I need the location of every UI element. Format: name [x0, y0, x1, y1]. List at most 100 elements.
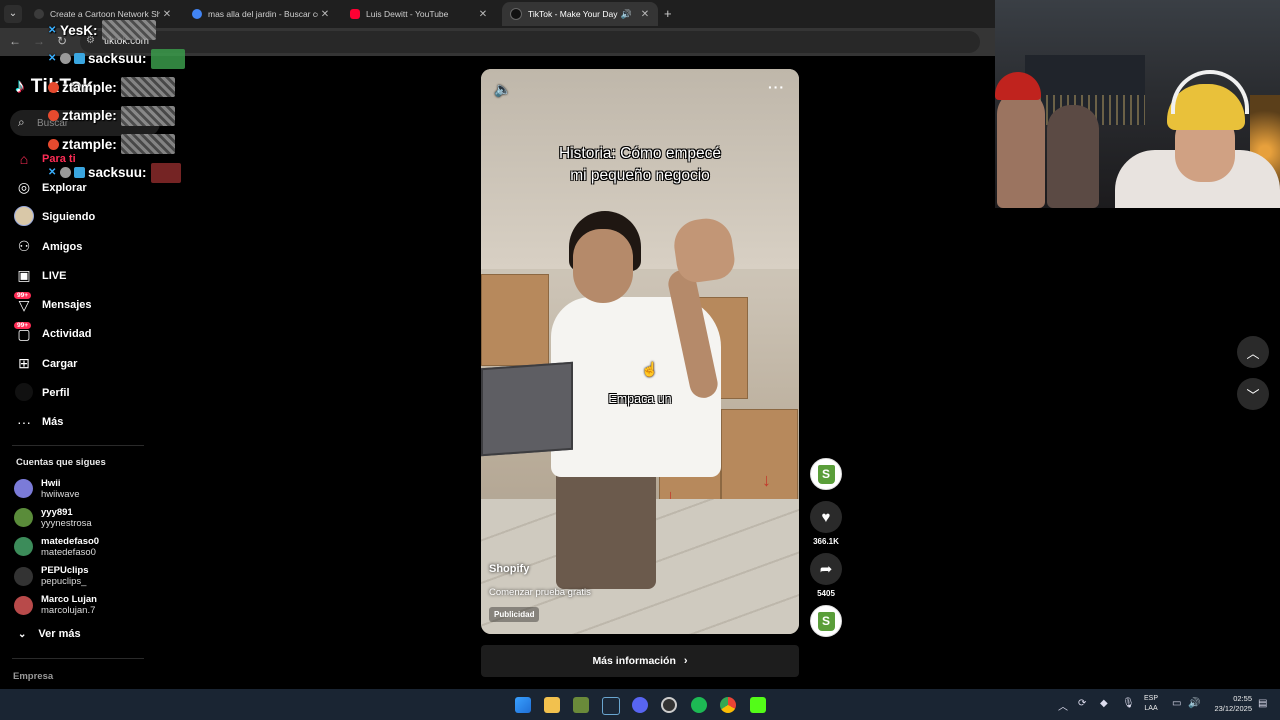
chevron-right-icon: ›: [683, 655, 688, 667]
footer-link-empresa[interactable]: Empresa: [13, 671, 53, 682]
following-account[interactable]: Marco Lujan marcolujan.7: [14, 591, 99, 620]
like-button[interactable]: ♥ 366.1K: [810, 501, 842, 546]
video-player[interactable]: ↑↓ ↓↓ 🔈 ··· Historia: Cómo empecé mi peq…: [481, 69, 799, 634]
video-cta-text[interactable]: Comenzar prueba gratis: [489, 587, 591, 598]
notification-icon[interactable]: ▤: [1258, 698, 1267, 709]
tab-search-icon[interactable]: ⌄: [4, 5, 22, 23]
tab-close-icon[interactable]: ✕: [476, 9, 490, 20]
tab-close-icon[interactable]: ✕: [318, 9, 332, 20]
sidebar-item-perfil[interactable]: Perfil: [0, 378, 160, 407]
emote-icon: [150, 48, 185, 69]
badge-icon: [74, 53, 85, 65]
badge-icon: [48, 138, 59, 150]
new-tab-button[interactable]: +: [664, 6, 672, 21]
heart-icon: ♥: [810, 501, 842, 533]
microphone-icon[interactable]: 🎙: [1122, 698, 1135, 709]
following-list: Hwii hwiiwave yyy891 yyynestrosa matedefas…: [14, 474, 99, 620]
language-indicator[interactable]: ESP LAA: [1144, 694, 1158, 714]
forward-arrow-icon[interactable]: →: [33, 34, 45, 48]
more-icon: ···: [17, 414, 31, 431]
browser-tab-active[interactable]: TikTok - Make Your Day 🔊 ✕: [502, 2, 658, 26]
avatar: [14, 595, 33, 615]
sword-badge-icon: ✕: [48, 24, 57, 36]
webcam-overlay: [995, 0, 1280, 208]
video-person: [556, 459, 656, 589]
file-explorer-icon[interactable]: [544, 697, 560, 713]
following-account[interactable]: Hwii hwiiwave: [14, 474, 99, 503]
account-handle: yyynestrosa: [41, 517, 92, 529]
discord-icon[interactable]: [632, 697, 648, 713]
spotify-icon[interactable]: [691, 697, 707, 713]
video-caption: Historia: Cómo empecé mi pequeño negocio: [481, 143, 799, 186]
notification-badge: 99+: [14, 321, 32, 329]
sidebar-divider: [12, 658, 144, 659]
layout-code: LAA: [1144, 705, 1158, 712]
previous-video-button[interactable]: ︿: [1237, 336, 1269, 368]
tab-audio-icon[interactable]: 🔊: [621, 9, 632, 20]
chat-message: ✕ sacksuu:: [48, 159, 208, 188]
badge-icon: [48, 81, 59, 93]
sidebar-divider: [12, 445, 144, 446]
kick-icon[interactable]: [750, 697, 766, 713]
chat-message: ✕ sacksuu:: [48, 45, 208, 74]
see-more-button[interactable]: ⌄ Ver más: [18, 628, 81, 640]
account-name: Marco Lujan: [41, 594, 97, 606]
more-info-button[interactable]: Más información ›: [481, 645, 799, 677]
windows-start-icon[interactable]: [515, 697, 531, 713]
address-bar[interactable]: ⚙ tiktok.com: [80, 31, 980, 53]
sidebar-item-mas[interactable]: ··· Más: [0, 408, 160, 437]
volume-icon[interactable]: 🔈: [494, 81, 511, 98]
tray-expand-icon[interactable]: ︿: [1058, 698, 1068, 713]
stream-chat-overlay: ✕ YesK: ✕ sacksuu: ztample: ztample: zta…: [48, 16, 208, 187]
sidebar-item-live[interactable]: ▣ LIVE: [0, 261, 160, 290]
following-account[interactable]: yyy891 yyynestrosa: [14, 503, 99, 532]
avatar: [14, 537, 33, 557]
chat-message: ztample:: [48, 130, 208, 159]
home-icon: ⌂: [19, 150, 29, 167]
next-video-button[interactable]: ﹀: [1237, 378, 1269, 410]
network-icon[interactable]: ▭: [1172, 698, 1181, 709]
chevron-up-icon: ︿: [1246, 345, 1260, 361]
clock-time: 02:55: [1233, 694, 1252, 703]
security-icon[interactable]: ◆: [1100, 698, 1108, 709]
sword-badge-icon: ✕: [48, 167, 57, 179]
tab-close-icon[interactable]: ✕: [638, 9, 652, 20]
sound-disc-button[interactable]: S: [810, 605, 842, 637]
chrome-icon[interactable]: [720, 697, 736, 713]
sidebar-item-siguiendo[interactable]: Siguiendo: [0, 203, 160, 232]
sidebar-item-amigos[interactable]: ⚇ Amigos: [0, 232, 160, 261]
following-avatar-icon: [14, 205, 34, 229]
sidebar-item-cargar[interactable]: ⊞ Cargar: [0, 349, 160, 378]
sidebar-item-mensajes[interactable]: ▽ 99+ Mensajes: [0, 290, 160, 319]
following-account[interactable]: matedefaso0 matedefaso0: [14, 532, 99, 561]
creator-avatar-button[interactable]: S: [810, 458, 842, 490]
sidebar-item-actividad[interactable]: ▢ 99+ Actividad: [0, 320, 160, 349]
video-author[interactable]: Shopify: [489, 563, 529, 575]
badge-icon: [74, 167, 85, 179]
nav-label: Actividad: [42, 328, 92, 341]
video-person: [573, 229, 633, 303]
cardboard-box: [481, 274, 549, 366]
steam-icon[interactable]: [602, 697, 620, 715]
caption-line: mi pequeño negocio: [570, 166, 710, 184]
chat-username: ztample:: [62, 136, 117, 152]
compass-icon: ◎: [17, 179, 31, 196]
speaker-icon[interactable]: 🔊: [1188, 698, 1200, 709]
avatar: [14, 479, 33, 499]
back-arrow-icon[interactable]: ←: [9, 34, 21, 48]
badge-icon: [60, 53, 71, 65]
emote-icon: [120, 77, 175, 98]
headphones: [1171, 70, 1249, 114]
more-options-icon[interactable]: ···: [768, 79, 785, 95]
share-button[interactable]: ➦ 5405: [810, 553, 842, 598]
app-icon[interactable]: [573, 697, 589, 713]
sync-icon[interactable]: ⟳: [1078, 698, 1086, 709]
following-account[interactable]: PEPUclips pepuclips_: [14, 562, 99, 591]
browser-tab[interactable]: Luis Dewitt - YouTube ✕: [342, 2, 496, 26]
system-clock[interactable]: 02:55 23/12/2025: [1208, 694, 1252, 714]
account-handle: matedefaso0: [41, 546, 96, 558]
more-info-label: Más información: [592, 655, 676, 667]
see-more-label: Ver más: [38, 628, 81, 640]
webcam-person: [997, 90, 1045, 208]
obs-icon[interactable]: [661, 697, 677, 713]
